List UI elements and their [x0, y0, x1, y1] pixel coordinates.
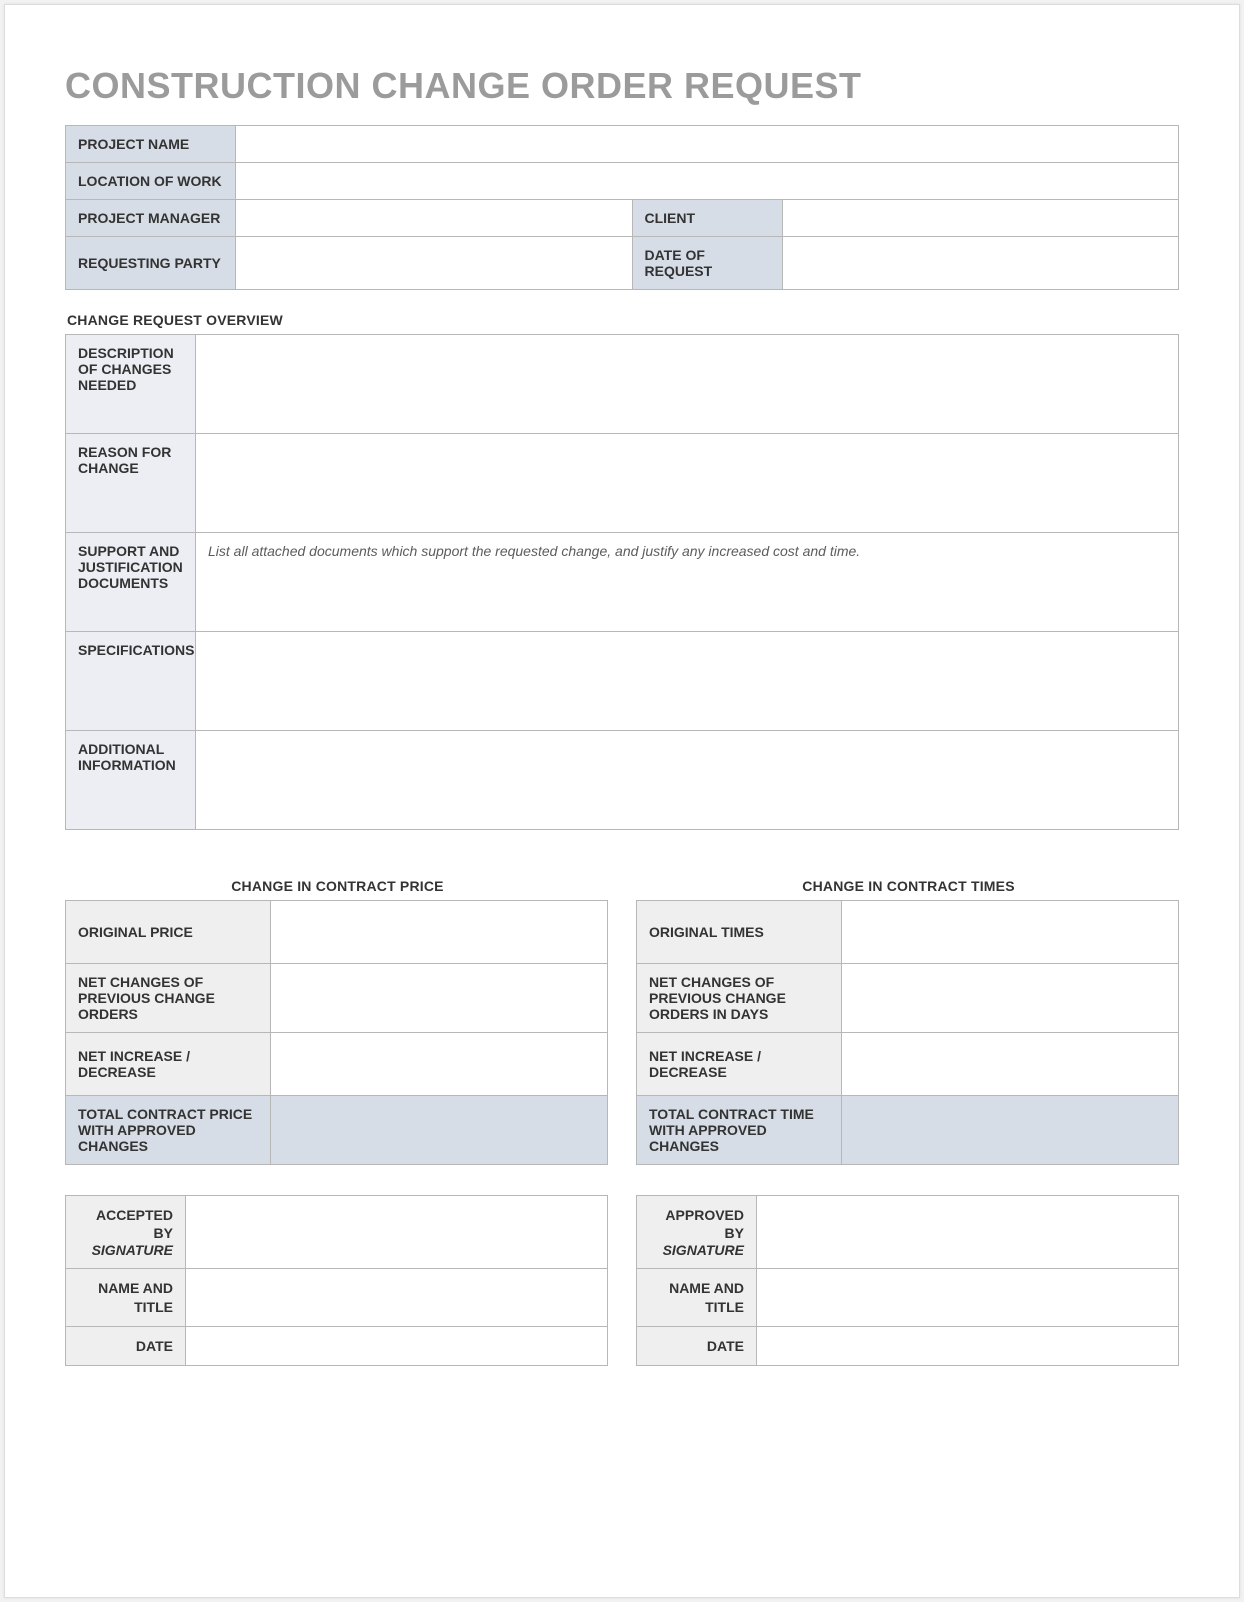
times-section-title: CHANGE IN CONTRACT TIMES	[638, 878, 1179, 894]
approved-name-label: NAME AND TITLE	[637, 1269, 757, 1326]
date-of-request-field[interactable]	[782, 237, 1179, 290]
accepted-date-field[interactable]	[186, 1326, 608, 1365]
price-table: ORIGINAL PRICE NET CHANGES OF PREVIOUS C…	[65, 900, 608, 1165]
original-price-field[interactable]	[271, 901, 608, 964]
overview-section-title: CHANGE REQUEST OVERVIEW	[67, 312, 1179, 328]
accepted-date-label: DATE	[66, 1326, 186, 1365]
total-price-label: TOTAL CONTRACT PRICE WITH APPROVED CHANG…	[66, 1096, 271, 1165]
approved-date-field[interactable]	[757, 1326, 1179, 1365]
approved-name-field[interactable]	[757, 1269, 1179, 1326]
project-manager-field[interactable]	[236, 200, 633, 237]
total-price-field[interactable]	[271, 1096, 608, 1165]
net-previous-times-label: NET CHANGES OF PREVIOUS CHANGE ORDERS IN…	[637, 964, 842, 1033]
support-note[interactable]: List all attached documents which suppor…	[196, 533, 1179, 632]
price-section-title: CHANGE IN CONTRACT PRICE	[67, 878, 608, 894]
project-name-field[interactable]	[236, 126, 1179, 163]
additional-field[interactable]	[196, 731, 1179, 830]
page-title: CONSTRUCTION CHANGE ORDER REQUEST	[65, 65, 1179, 107]
times-table: ORIGINAL TIMES NET CHANGES OF PREVIOUS C…	[636, 900, 1179, 1165]
net-incdec-times-label: NET INCREASE / DECREASE	[637, 1033, 842, 1096]
net-previous-price-label: NET CHANGES OF PREVIOUS CHANGE ORDERS	[66, 964, 271, 1033]
original-price-label: ORIGINAL PRICE	[66, 901, 271, 964]
requesting-party-field[interactable]	[236, 237, 633, 290]
reason-label: REASON FOR CHANGE	[66, 434, 196, 533]
description-field[interactable]	[196, 335, 1179, 434]
specifications-field[interactable]	[196, 632, 1179, 731]
specifications-label: SPECIFICATIONS	[66, 632, 196, 731]
accepted-name-field[interactable]	[186, 1269, 608, 1326]
client-field[interactable]	[782, 200, 1179, 237]
form-sheet: CONSTRUCTION CHANGE ORDER REQUEST PROJEC…	[4, 4, 1240, 1598]
net-previous-times-field[interactable]	[842, 964, 1179, 1033]
overview-table: DESCRIPTION OF CHANGES NEEDED REASON FOR…	[65, 334, 1179, 830]
net-previous-price-field[interactable]	[271, 964, 608, 1033]
approved-table: APPROVED BY SIGNATURE NAME AND TITLE DAT…	[636, 1195, 1179, 1366]
net-incdec-times-field[interactable]	[842, 1033, 1179, 1096]
original-times-field[interactable]	[842, 901, 1179, 964]
support-label: SUPPORT AND JUSTIFICATION DOCUMENTS	[66, 533, 196, 632]
description-label: DESCRIPTION OF CHANGES NEEDED	[66, 335, 196, 434]
header-table: PROJECT NAME LOCATION OF WORK PROJECT MA…	[65, 125, 1179, 290]
accepted-signature-field[interactable]	[186, 1196, 608, 1269]
accepted-table: ACCEPTED BY SIGNATURE NAME AND TITLE DAT…	[65, 1195, 608, 1366]
location-field[interactable]	[236, 163, 1179, 200]
requesting-party-label: REQUESTING PARTY	[66, 237, 236, 290]
net-incdec-price-label: NET INCREASE / DECREASE	[66, 1033, 271, 1096]
client-label: CLIENT	[632, 200, 782, 237]
approved-signature-field[interactable]	[757, 1196, 1179, 1269]
location-label: LOCATION OF WORK	[66, 163, 236, 200]
accepted-name-label: NAME AND TITLE	[66, 1269, 186, 1326]
approved-by-label: APPROVED BY SIGNATURE	[637, 1196, 757, 1269]
project-manager-label: PROJECT MANAGER	[66, 200, 236, 237]
additional-label: ADDITIONAL INFORMATION	[66, 731, 196, 830]
accepted-by-label: ACCEPTED BY SIGNATURE	[66, 1196, 186, 1269]
date-of-request-label: DATE OF REQUEST	[632, 237, 782, 290]
total-times-label: TOTAL CONTRACT TIME WITH APPROVED CHANGE…	[637, 1096, 842, 1165]
net-incdec-price-field[interactable]	[271, 1033, 608, 1096]
project-name-label: PROJECT NAME	[66, 126, 236, 163]
reason-field[interactable]	[196, 434, 1179, 533]
original-times-label: ORIGINAL TIMES	[637, 901, 842, 964]
total-times-field[interactable]	[842, 1096, 1179, 1165]
approved-date-label: DATE	[637, 1326, 757, 1365]
